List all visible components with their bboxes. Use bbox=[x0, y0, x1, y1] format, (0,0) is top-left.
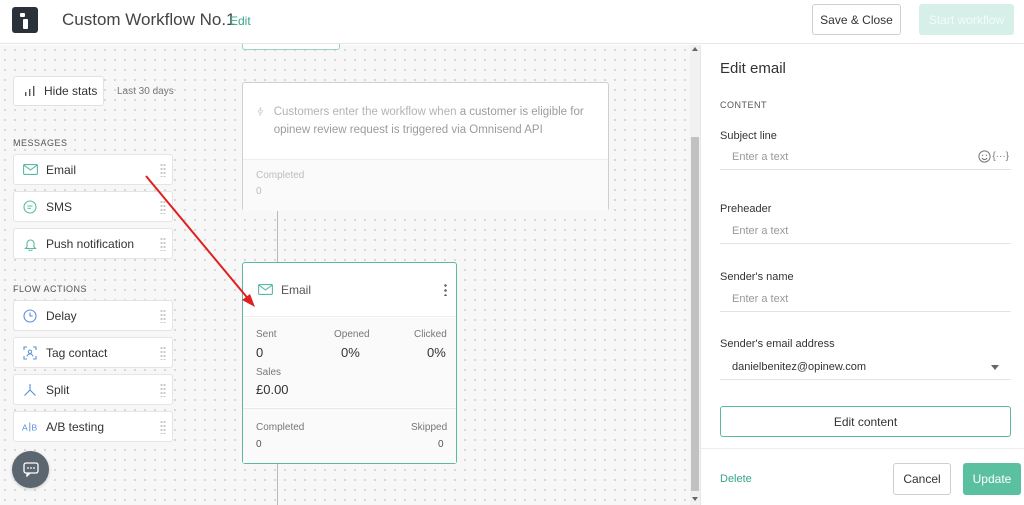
email-node-title: Email bbox=[281, 282, 312, 297]
stats-period: Last 30 days bbox=[117, 86, 174, 97]
sales-label: Sales bbox=[256, 367, 282, 378]
messages-section-label: MESSAGES bbox=[13, 138, 68, 148]
delete-link[interactable]: Delete bbox=[720, 473, 752, 485]
flow-actions-section-label: FLOW ACTIONS bbox=[13, 284, 88, 294]
top-header: Custom Workflow No.1 Edit Save & Close S… bbox=[0, 0, 1024, 44]
previous-node[interactable] bbox=[242, 44, 340, 50]
preheader-placeholder: Enter a text bbox=[732, 224, 789, 237]
chevron-down-icon[interactable] bbox=[991, 365, 999, 370]
completed-label: Completed bbox=[256, 422, 305, 433]
clicked-label: Clicked bbox=[414, 329, 447, 340]
split-icon bbox=[22, 382, 38, 398]
emoji-icon[interactable] bbox=[978, 150, 991, 166]
clicked-value: 0% bbox=[427, 345, 446, 360]
sender-name-label: Sender's name bbox=[720, 271, 794, 283]
sms-bubble-icon bbox=[22, 199, 38, 215]
edit-content-button[interactable]: Edit content bbox=[720, 406, 1011, 437]
trigger-description: Customers enter the workflow when a cust… bbox=[273, 106, 584, 136]
email-node-footer: Completed 0 Skipped 0 bbox=[243, 408, 456, 463]
envelope-icon bbox=[258, 284, 273, 295]
skipped-label: Skipped bbox=[411, 422, 448, 433]
scroll-down-icon[interactable] bbox=[692, 497, 698, 501]
palette-delay[interactable]: Delay bbox=[13, 300, 173, 331]
preheader-input[interactable]: Enter a text bbox=[720, 218, 1011, 244]
sender-email-select[interactable]: danielbenitez@opinew.com bbox=[720, 354, 1011, 380]
connector-line bbox=[277, 464, 278, 505]
preheader-label: Preheader bbox=[720, 203, 772, 215]
palette-ab-testing[interactable]: AB A/B testing bbox=[13, 411, 173, 442]
drag-handle-icon[interactable] bbox=[160, 200, 166, 214]
palette-push-notification[interactable]: Push notification bbox=[13, 228, 173, 259]
palette-item-label: Tag contact bbox=[46, 345, 108, 360]
content-section-label: CONTENT bbox=[720, 100, 767, 110]
panel-footer: Delete Cancel Update bbox=[701, 448, 1024, 505]
opened-label: Opened bbox=[334, 329, 370, 340]
sender-email-value: danielbenitez@opinew.com bbox=[732, 360, 867, 373]
drag-handle-icon[interactable] bbox=[160, 309, 166, 323]
trigger-node[interactable]: Customers enter the workflow when a cust… bbox=[242, 82, 609, 211]
palette-split[interactable]: Split bbox=[13, 374, 173, 405]
panel-title: Edit email bbox=[720, 60, 786, 77]
envelope-icon bbox=[22, 162, 38, 178]
sent-value: 0 bbox=[256, 345, 264, 360]
drag-handle-icon[interactable] bbox=[160, 420, 166, 434]
merge-tag-icon[interactable]: {···} bbox=[992, 151, 1009, 162]
skipped-value: 0 bbox=[438, 439, 444, 450]
sent-label: Sent bbox=[256, 329, 277, 340]
subject-placeholder: Enter a text bbox=[732, 150, 789, 163]
palette-item-label: Split bbox=[46, 382, 70, 397]
svg-text:A: A bbox=[22, 422, 28, 432]
email-node[interactable]: Email Sent 0 Opened 0% Clicked 0% Sales … bbox=[242, 262, 457, 464]
scroll-up-icon[interactable] bbox=[692, 47, 698, 51]
bell-icon bbox=[22, 236, 38, 252]
edit-email-panel: Edit email CONTENT Subject line Enter a … bbox=[700, 45, 1024, 505]
bar-chart-icon bbox=[25, 86, 35, 96]
canvas-scrollbar[interactable] bbox=[690, 45, 700, 505]
connector-line bbox=[277, 211, 278, 262]
palette-item-label: SMS bbox=[46, 199, 73, 214]
sender-email-label: Sender's email address bbox=[720, 338, 835, 350]
save-close-button[interactable]: Save & Close bbox=[812, 4, 901, 35]
edit-title-link[interactable]: Edit bbox=[230, 14, 251, 28]
drag-handle-icon[interactable] bbox=[160, 383, 166, 397]
more-options-icon[interactable] bbox=[444, 283, 447, 296]
app-logo-icon[interactable] bbox=[12, 7, 38, 33]
hide-stats-button[interactable]: Hide stats bbox=[13, 76, 104, 106]
ab-testing-icon: AB bbox=[22, 419, 38, 435]
cancel-button[interactable]: Cancel bbox=[893, 463, 951, 495]
palette-item-label: A/B testing bbox=[46, 419, 105, 434]
chat-icon bbox=[22, 462, 39, 477]
palette-item-label: Email bbox=[46, 162, 77, 177]
start-workflow-button[interactable]: Start workflow bbox=[919, 4, 1014, 35]
workflow-title: Custom Workflow No.1 bbox=[62, 10, 236, 29]
opened-value: 0% bbox=[341, 345, 360, 360]
sales-value: £0.00 bbox=[256, 382, 289, 397]
palette-sms[interactable]: SMS bbox=[13, 191, 173, 222]
completed-value: 0 bbox=[256, 439, 262, 450]
hide-stats-label: Hide stats bbox=[44, 84, 98, 98]
email-stats: Sent 0 Opened 0% Clicked 0% Sales £0.00 bbox=[243, 318, 456, 407]
drag-handle-icon[interactable] bbox=[160, 237, 166, 251]
drag-handle-icon[interactable] bbox=[160, 346, 166, 360]
palette-item-label: Push notification bbox=[46, 236, 135, 251]
clock-icon bbox=[22, 308, 38, 324]
lightning-icon bbox=[257, 107, 264, 116]
palette-item-label: Delay bbox=[46, 308, 77, 323]
drag-handle-icon[interactable] bbox=[160, 163, 166, 177]
sender-name-placeholder: Enter a text bbox=[732, 292, 789, 305]
palette-email[interactable]: Email bbox=[13, 154, 173, 185]
tag-contact-icon bbox=[22, 345, 38, 361]
trigger-completed-label: Completed bbox=[256, 170, 305, 181]
subject-line-input[interactable]: Enter a text {···} bbox=[720, 144, 1011, 170]
chat-support-button[interactable] bbox=[12, 451, 49, 488]
update-button[interactable]: Update bbox=[963, 463, 1021, 495]
subject-line-label: Subject line bbox=[720, 130, 777, 142]
sender-name-input[interactable]: Enter a text bbox=[720, 286, 1011, 312]
trigger-completed-value: 0 bbox=[256, 186, 262, 197]
scrollbar-thumb[interactable] bbox=[691, 137, 699, 491]
palette-tag-contact[interactable]: Tag contact bbox=[13, 337, 173, 368]
svg-text:B: B bbox=[32, 422, 38, 432]
